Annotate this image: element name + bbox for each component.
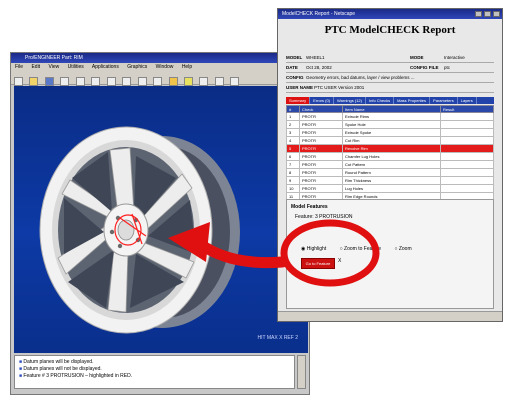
red-arrow-shaft [194, 238, 288, 269]
red-highlight-circle [280, 219, 380, 287]
annotation-overlay [168, 219, 380, 287]
red-arrow-head [168, 222, 210, 262]
